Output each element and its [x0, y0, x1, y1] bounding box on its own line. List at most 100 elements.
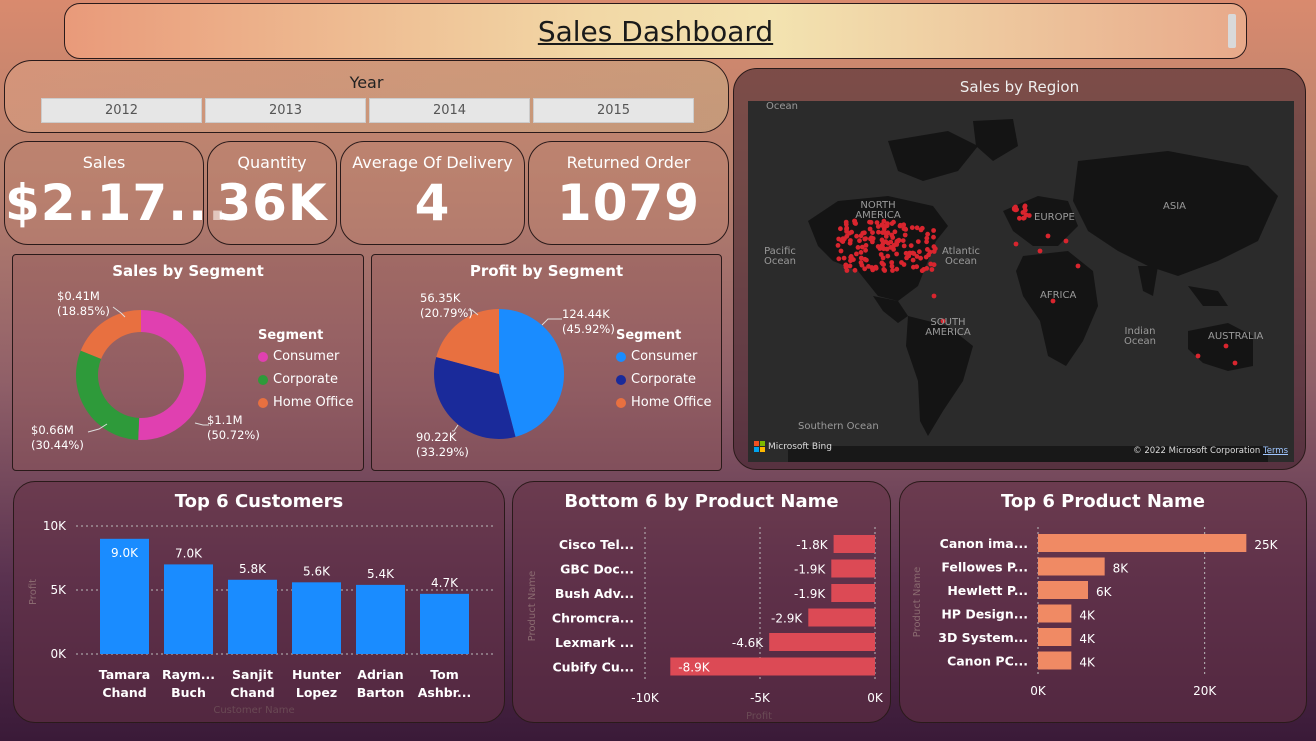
- map-label: EUROPE: [1034, 212, 1075, 223]
- map-bubble: [897, 223, 903, 229]
- world-map[interactable]: Ocean NORTH AMERICA EUROPE ASIA Pacific …: [748, 101, 1294, 462]
- legend-dot: [616, 351, 626, 362]
- bar[interactable]: [831, 559, 875, 578]
- map-bubble: [903, 227, 909, 232]
- slice-consumer[interactable]: [138, 310, 206, 440]
- map-bubble: [844, 233, 850, 239]
- map-bubble: [927, 249, 933, 255]
- bar[interactable]: [164, 564, 213, 654]
- bar[interactable]: [1038, 651, 1072, 670]
- map-bubble: [876, 229, 881, 235]
- chart-title: Sales by Region: [959, 78, 1080, 96]
- map-bubble: [917, 249, 922, 255]
- legend-dot: [258, 351, 268, 362]
- legend-title: Segment: [616, 328, 682, 343]
- kpi-label: Average Of Delivery: [352, 153, 513, 172]
- map-bubble: [1020, 210, 1026, 215]
- map-bubble: [910, 257, 916, 263]
- year-option-2015[interactable]: 2015: [533, 98, 694, 123]
- kpi-returned-order: Returned Order 1079: [528, 141, 729, 245]
- year-option-2014[interactable]: 2014: [369, 98, 530, 123]
- map-bubble: [931, 228, 936, 233]
- map-bubble: [847, 263, 853, 269]
- y-tick-label: Fellowes P...: [941, 560, 1028, 575]
- map-bubble: [1075, 263, 1081, 269]
- map-bubble: [869, 235, 874, 241]
- map-label: Southern Ocean: [798, 421, 879, 432]
- x-tick-label: Ashbr...: [418, 685, 472, 700]
- y-axis-label: Profit: [28, 579, 39, 605]
- bar[interactable]: [769, 633, 875, 651]
- map-bubble: [919, 268, 925, 274]
- map-bubble: [1232, 360, 1238, 366]
- bar[interactable]: [1038, 604, 1072, 623]
- x-tick-label: Raym...: [162, 667, 215, 682]
- y-tick-label: Canon ima...: [940, 536, 1028, 551]
- slice-corporate[interactable]: [76, 350, 140, 440]
- scrollbar[interactable]: [1228, 14, 1236, 48]
- legend-item[interactable]: Corporate: [258, 372, 353, 387]
- legend-item[interactable]: Home Office: [258, 395, 353, 410]
- map-bubble: [866, 264, 871, 269]
- kpi-value: 1079: [556, 174, 701, 232]
- bar[interactable]: [356, 584, 405, 654]
- data-label: -1.9K: [794, 587, 826, 601]
- map-bubble: [884, 223, 890, 229]
- map-bubble: [1037, 248, 1043, 254]
- map-bubble: [885, 240, 891, 246]
- map-bubble: [855, 245, 861, 250]
- year-option-2012[interactable]: 2012: [41, 98, 202, 123]
- top-customers-panel: Top 6 Customers 10K 5K 0K Profit Customer Na…: [13, 481, 505, 723]
- bar[interactable]: [833, 535, 875, 553]
- bar[interactable]: [292, 582, 341, 654]
- x-tick-label: Buch: [171, 685, 206, 700]
- map-bubble: [925, 231, 930, 237]
- bar[interactable]: [831, 584, 875, 602]
- kpi-average-delivery: Average Of Delivery 4: [340, 141, 525, 245]
- kpi-sales: Sales $2.17...: [4, 141, 227, 245]
- bar[interactable]: [1038, 557, 1105, 576]
- map-bubble: [894, 266, 900, 272]
- map-bubble: [867, 226, 873, 232]
- bottom-products-panel: Bottom 6 by Product Name -10K -5K 0K Profit…: [512, 481, 891, 723]
- legend-item[interactable]: Home Office: [616, 395, 711, 410]
- legend-item[interactable]: Consumer: [616, 349, 711, 364]
- x-tick-label: -5K: [750, 691, 771, 705]
- bar[interactable]: [420, 593, 469, 654]
- bar[interactable]: [1038, 581, 1088, 599]
- bar[interactable]: [808, 608, 875, 627]
- map-bubble: [882, 268, 888, 273]
- map-bubble: [860, 230, 866, 236]
- bar[interactable]: [1038, 628, 1072, 646]
- map-bubble: [857, 238, 862, 244]
- legend-item[interactable]: Corporate: [616, 372, 711, 387]
- x-tick-label: Tamara: [99, 667, 150, 682]
- kpi-quantity: Quantity 36K: [207, 141, 337, 245]
- terms-link[interactable]: Terms: [1263, 446, 1288, 456]
- top-products-panel: Top 6 Product Name 0K 20K Product Name 25K C…: [899, 481, 1307, 723]
- map-bubble: [890, 268, 895, 273]
- map-label: AUSTRALIA: [1208, 331, 1264, 342]
- map-bubble: [931, 234, 936, 240]
- x-tick-label: Tom: [430, 667, 458, 682]
- y-tick-label: Canon PC...: [947, 654, 1028, 669]
- kpi-value: 4: [414, 174, 451, 232]
- kpi-label: Returned Order: [566, 153, 691, 172]
- slice-label-consumer: 124.44K (45.92%): [562, 307, 615, 336]
- bar[interactable]: [1038, 534, 1247, 552]
- legend-item[interactable]: Consumer: [258, 349, 353, 364]
- legend-dot: [258, 374, 268, 385]
- legend-dot: [616, 374, 626, 385]
- map-bubble: [1045, 233, 1051, 239]
- map-bubble: [841, 255, 847, 261]
- map-label: Indian Ocean: [1124, 326, 1156, 347]
- y-tick-label: GBC Doc...: [560, 562, 634, 577]
- y-tick-label: HP Design...: [941, 607, 1028, 622]
- year-option-2013[interactable]: 2013: [205, 98, 366, 123]
- data-label: -2.9K: [771, 612, 803, 626]
- map-bubble: [838, 248, 844, 254]
- map-bubble: [924, 266, 930, 271]
- bar[interactable]: [228, 579, 277, 654]
- map-bubble: [931, 262, 937, 268]
- map-bubble: [899, 260, 904, 265]
